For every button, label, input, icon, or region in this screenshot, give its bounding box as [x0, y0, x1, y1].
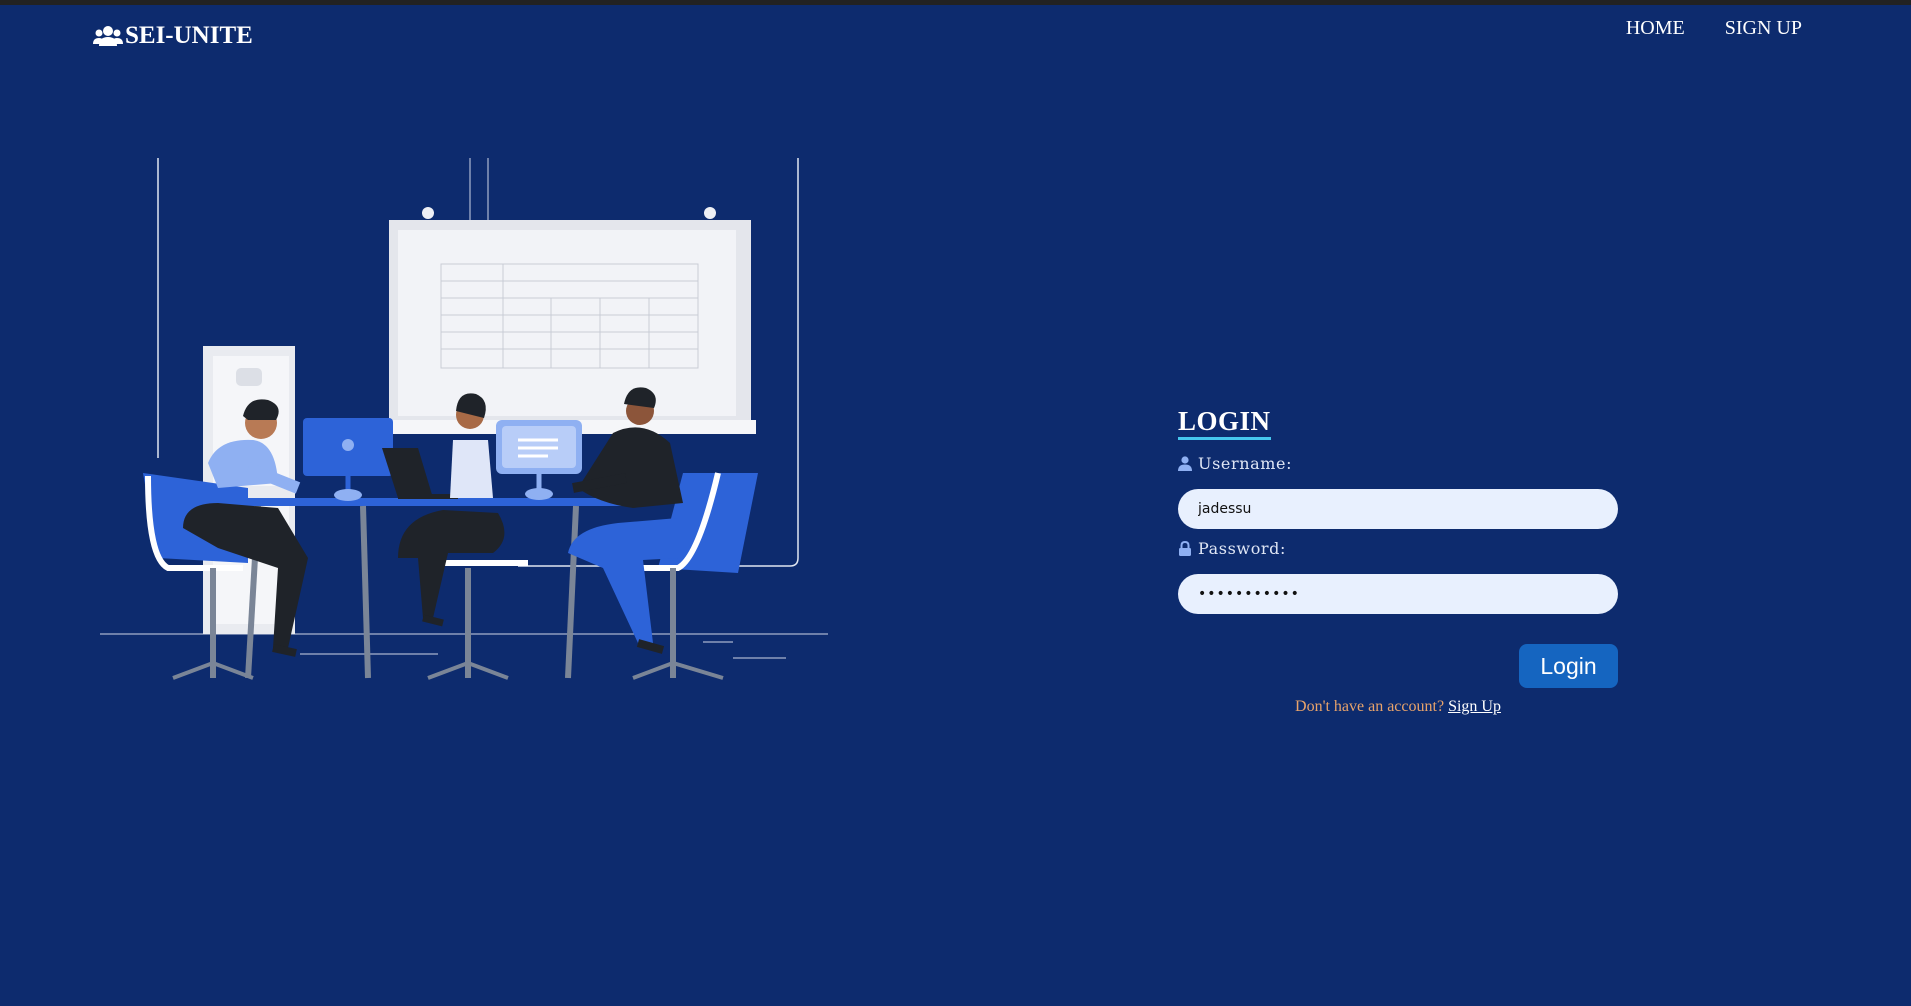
users-icon — [93, 26, 123, 46]
signup-link[interactable]: Sign Up — [1448, 698, 1501, 715]
nav-home-link[interactable]: HOME — [1626, 17, 1685, 40]
no-account-text: Don't have an account? — [1295, 698, 1445, 715]
brand-name: SEI-UNITE — [125, 22, 253, 49]
lock-icon — [1179, 541, 1191, 556]
username-input[interactable] — [1178, 489, 1618, 529]
user-icon — [1178, 456, 1192, 471]
nav-signup-link[interactable]: SIGN UP — [1725, 17, 1802, 40]
signup-prompt: Don't have an account? Sign Up — [1178, 698, 1618, 716]
username-label-text: Username: — [1198, 454, 1293, 473]
top-nav: HOME SIGN UP — [1626, 17, 1802, 40]
password-label: Password: — [1178, 539, 1618, 558]
top-strip — [0, 0, 1911, 5]
username-label: Username: — [1178, 454, 1618, 473]
brand-logo[interactable]: SEI-UNITE — [93, 22, 253, 50]
login-form: LOGIN Username: Password: Login Don't ha… — [1178, 405, 1618, 716]
password-input[interactable] — [1178, 574, 1618, 614]
team-meeting-illustration — [100, 158, 828, 680]
password-label-text: Password: — [1198, 539, 1287, 558]
login-title: LOGIN — [1178, 405, 1271, 440]
login-button[interactable]: Login — [1519, 644, 1618, 688]
button-row: Login — [1178, 644, 1618, 688]
